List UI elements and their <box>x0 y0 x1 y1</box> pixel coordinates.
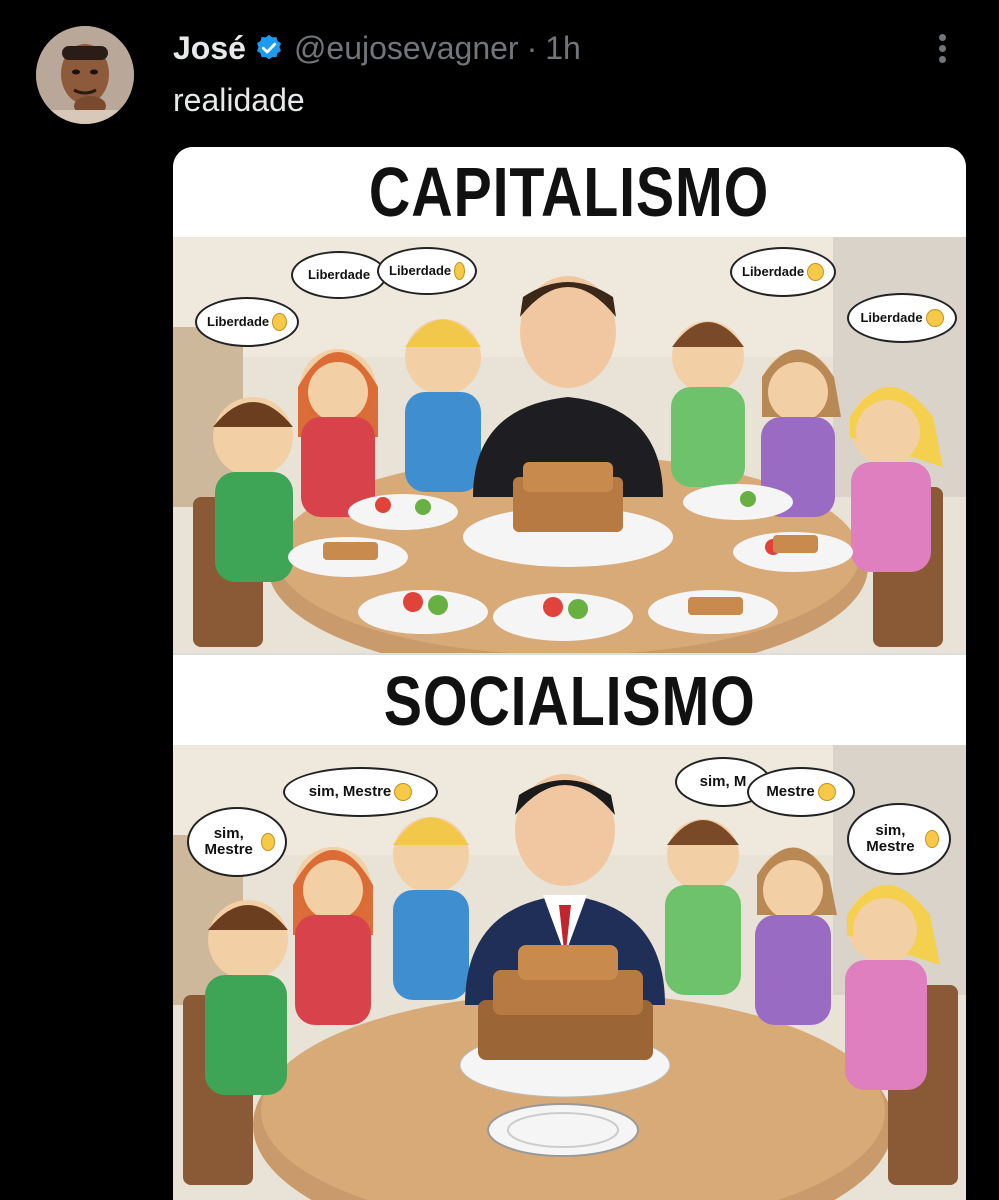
bottom-title-band: SOCIALISMO <box>173 653 966 747</box>
speech-bubble: sim, Mestre <box>847 803 951 875</box>
tweet-text: realidade <box>173 82 305 118</box>
speech-bubble: Liberdade <box>377 247 477 295</box>
crying-emoji-icon <box>261 833 275 851</box>
avatar-image <box>36 26 134 124</box>
heart-eyes-emoji-icon <box>272 313 287 331</box>
top-panel-title: CAPITALISMO <box>369 153 770 231</box>
author-handle[interactable]: @eujosevagner <box>294 30 519 67</box>
tweet-media-image[interactable]: CAPITALISMO Liberdade Liberdade Liberdad… <box>173 147 966 1200</box>
speech-bubble: Liberdade <box>291 251 387 299</box>
tweet-header: José @eujosevagner · 1h <box>173 24 581 72</box>
socialism-illustration <box>173 745 966 1200</box>
author-avatar[interactable] <box>36 26 134 124</box>
heart-eyes-emoji-icon <box>454 262 465 280</box>
crying-emoji-icon <box>817 783 836 801</box>
verified-badge-icon <box>254 33 284 63</box>
tweet-timestamp[interactable]: 1h <box>545 30 581 67</box>
bottom-panel-title: SOCIALISMO <box>383 662 756 740</box>
speech-bubble: Liberdade <box>847 293 957 343</box>
speech-bubble: sim, Mestre <box>283 767 438 817</box>
separator-dot: · <box>526 29 538 66</box>
crying-emoji-icon <box>394 783 413 801</box>
speech-bubble: Mestre <box>747 767 855 817</box>
more-options-icon[interactable] <box>930 30 954 70</box>
capitalism-illustration <box>173 237 966 653</box>
speech-bubble: sim, Mestre <box>187 807 287 877</box>
speech-bubble: Liberdade <box>195 297 299 347</box>
top-title-band: CAPITALISMO <box>173 147 966 237</box>
heart-eyes-emoji-icon <box>807 263 824 281</box>
heart-eyes-emoji-icon <box>925 309 944 327</box>
speech-bubble: Liberdade <box>730 247 836 297</box>
crying-emoji-icon <box>924 830 939 848</box>
author-name[interactable]: José <box>173 30 246 67</box>
